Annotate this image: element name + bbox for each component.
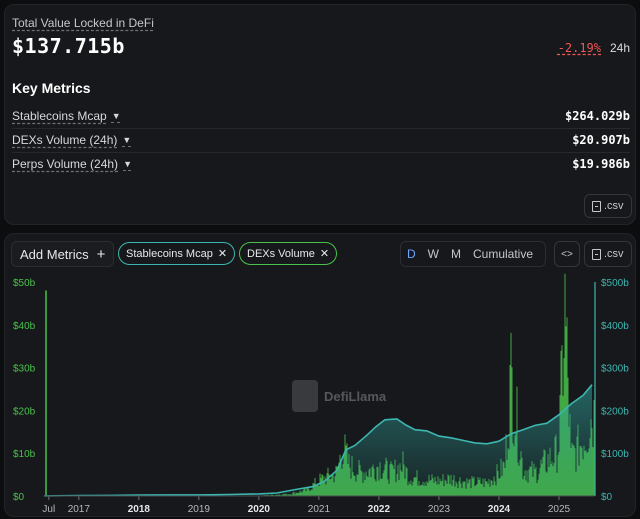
chevron-down-icon: ▼ [111,111,121,121]
x-axis-tick: 2022 [368,504,391,515]
chevron-down-icon: ▼ [122,135,132,145]
chevron-down-icon: ▼ [123,159,132,169]
x-axis-tick: 2019 [188,504,211,515]
metric-value: $19.986b [572,157,630,171]
x-axis-tick: 2018 [128,504,151,515]
metric-label[interactable]: Stablecoins Mcap ▼ [12,109,121,123]
x-axis-tick: 2025 [548,504,571,515]
y-axis-right-tick: $300b [601,364,629,375]
y-axis-left-tick: $20b [13,406,36,417]
x-axis-tick: Jul [42,504,55,515]
y-axis-right-tick: $0 [601,492,613,503]
tvl-value: $137.715b [12,34,125,58]
key-metrics-title: Key Metrics [12,80,91,96]
y-axis-left-tick: $30b [13,364,36,375]
metric-label[interactable]: Perps Volume (24h) ▼ [12,157,132,171]
x-axis-tick: 2024 [488,504,511,515]
defillama-logo-icon [292,380,318,412]
y-axis-right-tick: $500b [601,278,629,289]
y-axis-right-tick: $400b [601,321,629,332]
metric-row-perps-volume[interactable]: Perps Volume (24h) ▼ $19.986b [12,152,630,176]
tvl-chart[interactable]: DefiLlama $0 $10b $20b $30b $40b $50b $0 $100b $… [5,234,635,516]
metric-row-stablecoins[interactable]: Stablecoins Mcap ▼ $264.029b [12,104,630,128]
x-axis-tick: 2017 [68,504,91,515]
y-axis-right-tick: $100b [601,449,629,460]
y-axis-left-tick: $0 [13,492,25,503]
x-axis-tick: 2023 [428,504,451,515]
metric-value: $20.907b [572,133,630,147]
tvl-label: Total Value Locked in DeFi [12,16,154,30]
watermark: DefiLlama [292,380,387,412]
y-axis-left-tick: $10b [13,449,36,460]
tvl-change: -2.19% [557,41,601,55]
metric-value: $264.029b [564,109,630,123]
x-axis-tick: 2021 [308,504,331,515]
y-axis-left-tick: $50b [13,278,36,289]
file-download-icon [592,200,601,212]
chart-card: Add Metrics + Stablecoins Mcap ✕ DEXs Vo… [4,233,636,517]
metrics-csv-button[interactable]: .csv [584,194,632,218]
plot-area [43,273,596,497]
y-axis-left-tick: $40b [13,321,36,332]
x-axis-tick: 2020 [248,504,271,515]
tvl-period: 24h [609,41,630,55]
watermark-text: DefiLlama [324,389,387,404]
y-axis-right-tick: $200b [601,406,629,417]
defi-overview-card: Total Value Locked in DeFi $137.715b -2.… [4,4,636,225]
metric-row-dexs-volume[interactable]: DEXs Volume (24h) ▼ $20.907b [12,128,630,152]
metric-label[interactable]: DEXs Volume (24h) ▼ [12,133,131,147]
